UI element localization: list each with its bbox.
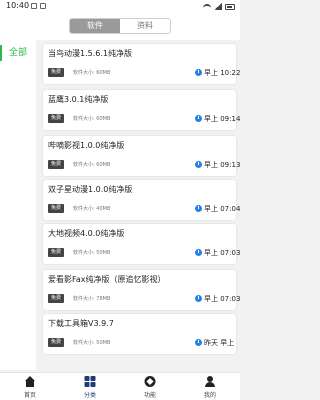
notification-icon: [40, 3, 46, 9]
system-icons: [203, 3, 235, 10]
app-title: 当鸟动漫1.5.6.1纯净版: [48, 49, 132, 58]
app-update-time: 昨天 早上: [204, 339, 235, 347]
notification-icon: [31, 3, 37, 9]
app-size: 软件大小: 60MB: [73, 116, 111, 122]
free-badge: 免费: [48, 68, 65, 77]
nav-label: 首页: [23, 392, 36, 399]
nav-label: 功能: [143, 392, 156, 399]
free-badge: 免费: [48, 248, 65, 257]
nav-category[interactable]: 分类: [60, 373, 120, 400]
app-size: 软件大小: 60MB: [73, 162, 111, 168]
nav-home[interactable]: 首页: [0, 373, 60, 400]
compass-icon: [144, 376, 156, 387]
app-title: 哔嘀影视1.0.0纯净版: [48, 141, 125, 150]
battery-icon: [225, 3, 235, 10]
header: 软件 资料: [0, 14, 240, 40]
app-size: 软件大小: 50MB: [73, 250, 111, 256]
app-update-time: 早上 07:03: [204, 249, 240, 257]
app-title: 双子星动漫1.0.0纯净版: [48, 185, 133, 194]
nav-features[interactable]: 功能: [120, 373, 180, 400]
notification-icons: [31, 3, 46, 9]
status-time: 10:40: [6, 1, 30, 10]
segmented-tabs: 软件 资料: [69, 18, 171, 34]
clock-icon: [195, 249, 202, 256]
category-grid-icon: [84, 376, 96, 387]
signal-icon: [214, 3, 222, 10]
app-update-time: 早上 09:13: [204, 161, 240, 169]
tab-materials[interactable]: 资料: [120, 19, 170, 33]
wifi-icon: [203, 3, 211, 10]
home-icon-body: [26, 381, 34, 387]
clock-icon: [195, 115, 202, 122]
app-size: 软件大小: 78MB: [73, 296, 111, 302]
app-title: 下载工具箱V3.9.7: [48, 319, 114, 328]
app-card[interactable]: 哔嘀影视1.0.0纯净版 免费 软件大小: 60MB 早上 09:13: [43, 136, 240, 176]
app-size: 软件大小: 50MB: [73, 340, 111, 346]
bottom-nav: 首页 分类 功能 我的: [0, 372, 240, 400]
app-card[interactable]: 双子星动漫1.0.0纯净版 免费 软件大小: 40MB 早上 07:04: [43, 180, 240, 220]
clock-icon: [195, 295, 202, 302]
app-update-time: 早上 07:04: [204, 205, 240, 213]
free-badge: 免费: [48, 204, 65, 213]
status-bar: 10:40: [0, 0, 240, 14]
free-badge: 免费: [48, 294, 65, 303]
app-card[interactable]: 当鸟动漫1.5.6.1纯净版 免费 软件大小: 60MB 早上 10:22: [43, 44, 240, 84]
nav-label: 分类: [83, 392, 96, 399]
app-title: 大地视频4.0.0纯净版: [48, 229, 125, 238]
app-size: 软件大小: 40MB: [73, 206, 111, 212]
app-update-time: 早上 10:22: [204, 69, 240, 77]
clock-icon: [195, 339, 202, 346]
app-card[interactable]: 爱看影Fax纯净版（原追忆影视） 免费 软件大小: 78MB 早上 07:03: [43, 270, 240, 310]
app-card[interactable]: 下载工具箱V3.9.7 免费 软件大小: 50MB 昨天 早上: [43, 314, 236, 354]
app-card[interactable]: 大地视频4.0.0纯净版 免费 软件大小: 50MB 早上 07:03: [43, 224, 240, 264]
category-sidebar: 全部: [0, 40, 36, 370]
app-list[interactable]: 当鸟动漫1.5.6.1纯净版 免费 软件大小: 60MB 早上 10:22 蓝鹰…: [40, 40, 240, 370]
nav-label: 我的: [203, 392, 216, 399]
user-icon-body: [205, 382, 215, 387]
free-badge: 免费: [48, 160, 65, 169]
app-size: 软件大小: 60MB: [73, 70, 111, 76]
app-update-time: 早上 09:14: [204, 115, 240, 123]
free-badge: 免费: [48, 338, 65, 347]
clock-icon: [195, 205, 202, 212]
app-card[interactable]: 蓝鹰3.0.1纯净版 免费 软件大小: 60MB 早上 09:14: [43, 90, 240, 130]
sidebar-item-all[interactable]: 全部: [0, 40, 36, 66]
clock-icon: [195, 161, 202, 168]
nav-mine[interactable]: 我的: [180, 373, 240, 400]
app-title: 爱看影Fax纯净版（原追忆影视）: [48, 275, 166, 284]
app-title: 蓝鹰3.0.1纯净版: [48, 95, 109, 104]
free-badge: 免费: [48, 114, 65, 123]
tab-software[interactable]: 软件: [70, 19, 120, 33]
clock-icon: [195, 69, 202, 76]
app-update-time: 早上 07:03: [204, 295, 240, 303]
